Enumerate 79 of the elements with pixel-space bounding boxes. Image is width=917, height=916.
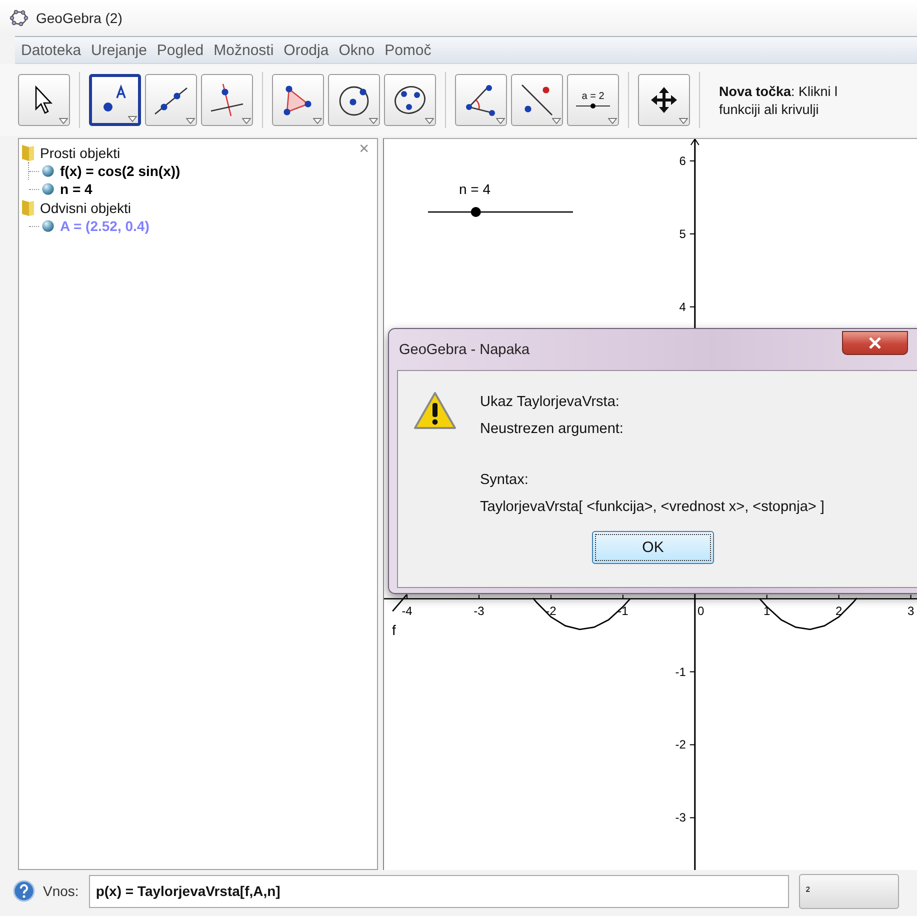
- caret-icon: [186, 118, 195, 124]
- dialog-title: GeoGebra - Napaka: [399, 342, 530, 358]
- window-title: GeoGebra (2): [36, 10, 122, 26]
- axis-tick-label: -3: [474, 604, 484, 618]
- axis-tick-label: 3: [907, 604, 914, 618]
- tool-button[interactable]: [455, 74, 507, 126]
- curve-label: f: [392, 622, 396, 638]
- input-label: Vnos:: [43, 883, 79, 899]
- caret-icon: [679, 118, 688, 124]
- slider-thumb[interactable]: [470, 207, 481, 217]
- slider-icon: [575, 102, 611, 110]
- axis-tick-label: -1: [675, 664, 686, 679]
- menu-item[interactable]: Urejanje: [87, 42, 151, 58]
- menu-item[interactable]: Možnosti: [210, 42, 278, 58]
- menu-item[interactable]: Orodja: [280, 42, 333, 58]
- folder-label[interactable]: Prosti objekti: [40, 144, 120, 160]
- tool-help-text: funkciji ali krivulji: [719, 102, 820, 116]
- tool-button[interactable]: [89, 74, 141, 126]
- object-label[interactable]: f(x) = cos(2 sin(x)): [60, 163, 180, 179]
- axis-tick-label: -4: [402, 604, 412, 618]
- axis-tick-label: 6: [679, 154, 686, 168]
- caret-icon: [496, 118, 505, 124]
- close-button[interactable]: [842, 331, 908, 355]
- menu-item[interactable]: Datoteka: [17, 42, 86, 58]
- axis-tick-label: -3: [675, 810, 686, 825]
- axis-tick-label: 5: [679, 226, 686, 241]
- caret-icon: [369, 118, 378, 124]
- axis-tick-label: -2: [546, 604, 556, 618]
- warning-icon: [413, 391, 457, 431]
- axis-tick-label: 4: [679, 300, 686, 314]
- error-message: Neustrezen argument:: [480, 420, 624, 439]
- close-icon: [868, 337, 882, 349]
- axis-tick-label: -1: [618, 604, 628, 618]
- menu-item[interactable]: Pomoč: [380, 42, 436, 58]
- app-icon: [10, 10, 28, 26]
- close-button[interactable]: ×: [359, 139, 369, 159]
- ok-button[interactable]: OK: [592, 531, 714, 564]
- perpendicular-lines-icon: [209, 82, 245, 118]
- caret-icon: [242, 118, 251, 124]
- axis-tick-label: 0: [698, 604, 704, 618]
- tool-button[interactable]: [18, 74, 70, 126]
- folder-icon: [21, 198, 35, 216]
- object-label[interactable]: A = (2.52, 0.4): [60, 218, 150, 234]
- axis-tick-label: 1: [764, 604, 770, 618]
- slider-label: n = 4: [459, 181, 491, 197]
- reflect-point-icon: [519, 82, 555, 118]
- tool-button[interactable]: [272, 74, 324, 126]
- input-field[interactable]: p(x) = TaylorjevaVrsta[f,A,n]: [88, 874, 789, 908]
- menu-item[interactable]: Pogled: [152, 42, 208, 58]
- tool-button[interactable]: a = 2: [567, 74, 619, 126]
- tool-button[interactable]: [384, 74, 436, 126]
- sphere-icon: [42, 183, 54, 195]
- syntax-text: TaylorjevaVrsta[ <funkcija>, <vrednost x>, <stopnja> ]: [480, 498, 824, 517]
- caret-icon: [425, 118, 434, 124]
- caret-icon: [608, 118, 617, 124]
- caret-icon: [313, 118, 322, 124]
- axis-tick-label: -2: [675, 738, 686, 752]
- caret-icon: [59, 118, 68, 124]
- tool-button[interactable]: [201, 74, 253, 126]
- caret-icon: [128, 116, 137, 122]
- slider-track[interactable]: [428, 207, 573, 217]
- sphere-icon: [42, 220, 54, 232]
- tool-button[interactable]: [145, 74, 197, 126]
- slider-tool-label: a = 2: [582, 90, 604, 102]
- symbol-button[interactable]: ²: [798, 874, 899, 908]
- menu-item[interactable]: Okno: [334, 42, 379, 58]
- tool-help-text: Nova točka: Klikni l: [719, 84, 838, 98]
- axis-tick-label: 2: [836, 604, 842, 618]
- help-icon: [13, 880, 35, 902]
- caret-icon: [552, 118, 561, 124]
- tool-button[interactable]: [638, 74, 690, 126]
- tool-button[interactable]: [328, 74, 380, 126]
- error-message: Ukaz TaylorjevaVrsta:: [480, 393, 620, 412]
- tool-button[interactable]: [511, 74, 563, 126]
- object-label[interactable]: n = 4: [60, 181, 92, 197]
- folder-label[interactable]: Odvisni objekti: [40, 200, 132, 216]
- syntax-text: Syntax:: [480, 471, 530, 490]
- sphere-icon: [42, 165, 54, 177]
- folder-icon: [21, 144, 35, 162]
